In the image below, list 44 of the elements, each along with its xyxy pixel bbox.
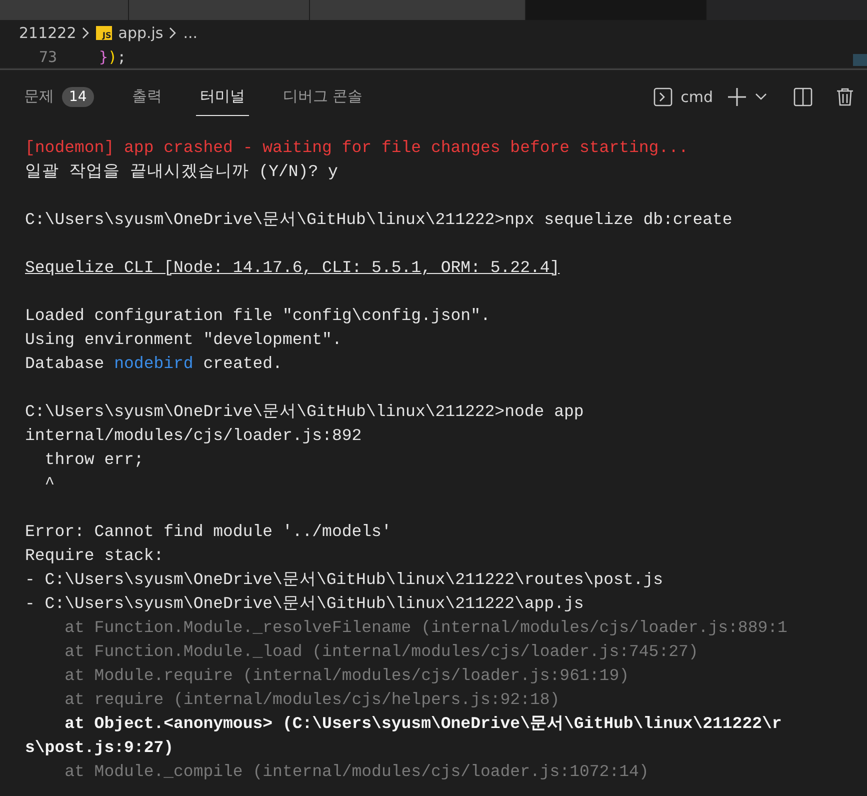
count-badge: 14 bbox=[62, 86, 94, 106]
panel-tab[interactable]: 출력 bbox=[128, 78, 166, 116]
terminal-text: created. bbox=[202, 354, 282, 373]
terminal-text: Require stack: bbox=[25, 546, 164, 565]
terminal-text: Error: Cannot find module '../models' bbox=[25, 522, 392, 541]
minimap bbox=[853, 54, 867, 66]
terminal-text: Database bbox=[25, 354, 106, 373]
breadcrumb-more[interactable]: ... bbox=[183, 24, 198, 42]
terminal-text: s\post.js:9:27) bbox=[25, 738, 174, 757]
terminal-text: at Module._compile (internal/modules/cjs/loader.js:1072:14) bbox=[64, 762, 649, 781]
terminal-text: - C:\Users\syusm\OneDrive\문서\GitHub\linux\211222\routes\post.js bbox=[25, 570, 663, 589]
terminal-text: ^ bbox=[44, 474, 55, 493]
js-file-icon: JS bbox=[96, 26, 112, 40]
code-text: }); bbox=[99, 48, 126, 66]
terminal-text: 일괄 작업을 끝내시겠습니까 (Y/N)? y bbox=[25, 162, 338, 181]
breadcrumb-file[interactable]: app.js bbox=[118, 24, 164, 42]
chevron-icon bbox=[169, 27, 178, 39]
terminal-text: at Module.require (internal/modules/cjs/loader.js:961:19) bbox=[64, 666, 629, 685]
caret-icon[interactable] bbox=[755, 93, 767, 101]
panel-tab[interactable]: 터미널 bbox=[196, 78, 249, 116]
line-number: 73 bbox=[38, 48, 57, 66]
chevron-icon bbox=[82, 27, 90, 39]
terminal-text: Loaded configuration file "config\config.json". bbox=[25, 306, 490, 325]
terminal-text: - C:\Users\syusm\OneDrive\문서\GitHub\linux\211222\app.js bbox=[25, 594, 584, 613]
terminal-text: Sequelize CLI [Node: 14.17.6, CLI: 5.5.1, ORM: 5.22.4] bbox=[25, 258, 560, 277]
terminal-icon bbox=[652, 87, 673, 107]
terminal-text: at Function.Module._load (internal/modules/cjs/loader.js:745:27) bbox=[64, 642, 698, 661]
terminal-text: Using environment "development". bbox=[25, 330, 342, 349]
panel-tab[interactable]: 문제 14 bbox=[20, 78, 98, 116]
terminal-text: at Object.<anonymous> (C:\Users\syusm\OneDrive\문서\GitHub\linux\211222\r bbox=[64, 714, 782, 733]
panel-tab[interactable]: 디버그 콘솔 bbox=[278, 78, 367, 116]
plus-icon[interactable] bbox=[727, 87, 747, 107]
trash-icon[interactable] bbox=[835, 87, 855, 107]
terminal-text: [nodemon] app crashed - waiting for file changes before starting... bbox=[25, 138, 688, 157]
terminal-text: C:\Users\syusm\OneDrive\문서\GitHub\linux\211222>npx sequelize db:create bbox=[25, 210, 732, 229]
breadcrumb-folder[interactable]: 211222 bbox=[19, 24, 76, 42]
terminal-text: C:\Users\syusm\OneDrive\문서\GitHub\linux\211222>node app bbox=[25, 402, 584, 421]
terminal-text: internal/modules/cjs/loader.js:892 bbox=[25, 426, 362, 445]
terminal-text: throw err; bbox=[44, 450, 144, 469]
split-icon[interactable] bbox=[793, 87, 813, 107]
terminal-text: nodebird bbox=[114, 354, 194, 373]
terminal-text: at Function.Module._resolveFilename (internal/modules/cjs/loader.js:889:1 bbox=[64, 618, 788, 637]
terminal-text: at require (internal/modules/cjs/helpers.js:92:18) bbox=[64, 690, 560, 709]
terminal-shell-button[interactable]: cmd bbox=[652, 87, 713, 107]
